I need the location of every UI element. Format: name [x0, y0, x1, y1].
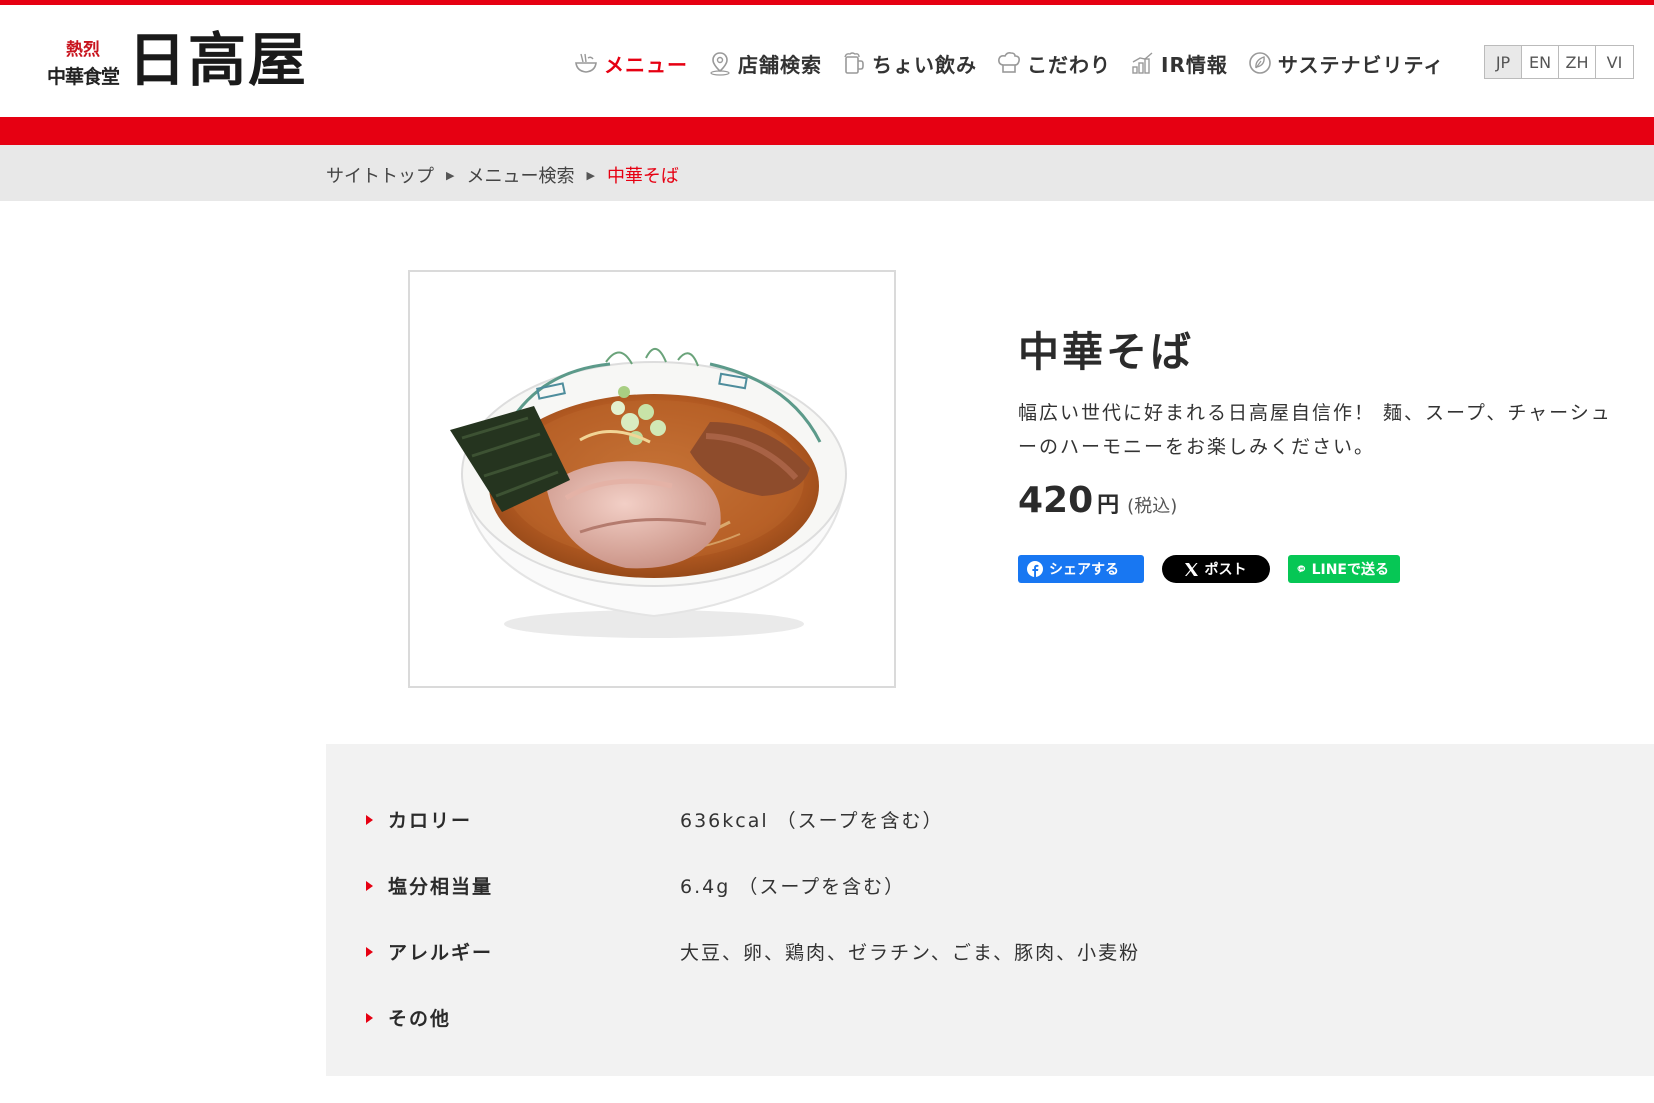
logo-subtitle: 熱烈 中華食堂 [40, 35, 126, 89]
nav-label-sustainability: サステナビリティ [1277, 52, 1445, 77]
language-switcher: JP EN ZH VI [1484, 45, 1634, 79]
nutrition-info-panel: カロリー 636kcal （スープを含む） 塩分相当量 6.4g （スープを含む… [326, 744, 1654, 1076]
facebook-share-button[interactable]: シェアする [1018, 555, 1144, 583]
main-nav: メニュー 店舗検索 ちょい飲み こだわり IR情報 サステナビリティ [573, 43, 1463, 83]
beer-mug-icon [844, 52, 864, 74]
allergy-label: アレルギー [388, 942, 494, 964]
x-logo-icon [1184, 562, 1198, 576]
nutrition-row-other: その他 [366, 1004, 680, 1031]
nav-item-drinks[interactable]: ちょい飲み [841, 49, 977, 78]
salt-label: 塩分相当量 [388, 876, 494, 898]
breadcrumb-separator-icon: ▶ [446, 168, 455, 182]
price-tax-note: (税込) [1127, 496, 1178, 517]
x-post-button[interactable]: ポスト [1162, 555, 1270, 583]
price-row: 420 円 (税込) [1018, 480, 1618, 521]
svg-text:LINE: LINE [1298, 568, 1304, 571]
product-price: 420 [1018, 480, 1094, 521]
salt-value: 6.4g （スープを含む） [680, 876, 906, 898]
nav-label-commitment: こだわり [1027, 52, 1111, 77]
logo-sub-text: 中華食堂 [46, 66, 120, 88]
map-pin-icon [710, 52, 730, 76]
calories-label: カロリー [388, 810, 473, 832]
breadcrumb-bar: サイトトップ ▶ メニュー検索 ▶ 中華そば [0, 145, 1654, 201]
nutrition-row-salt: 塩分相当量 6.4g （スープを含む） [366, 872, 905, 899]
nav-label-store-search: 店舗検索 [738, 52, 822, 77]
breadcrumb-home-link[interactable]: サイトトップ [326, 162, 434, 188]
chef-hat-icon [998, 52, 1020, 73]
site-logo[interactable]: 熱烈 中華食堂 日高屋 [40, 25, 310, 99]
nutrition-row-allergy: アレルギー 大豆、卵、鶏肉、ゼラチン、ごま、豚肉、小麦粉 [366, 938, 1140, 965]
logo-main-text: 日高屋 [128, 26, 309, 94]
nav-item-menu[interactable]: メニュー [573, 49, 688, 78]
bullet-triangle-icon [366, 1012, 373, 1023]
ramen-bowl-icon [575, 53, 597, 73]
nav-item-commitment[interactable]: こだわり [996, 49, 1111, 78]
header-red-band [0, 117, 1654, 145]
ramen-bowl-image [450, 348, 848, 638]
nutrition-row-calories: カロリー 636kcal （スープを含む） [366, 806, 944, 833]
facebook-icon [1027, 561, 1043, 577]
logo-top-text: 熱烈 [66, 40, 100, 60]
breadcrumb-separator-icon: ▶ [586, 168, 595, 182]
bar-chart-icon [1132, 52, 1153, 74]
line-icon: LINE [1297, 565, 1306, 573]
breadcrumb-current: 中華そば [606, 166, 679, 187]
line-send-button[interactable]: LINE LINEで送る [1288, 555, 1400, 583]
facebook-share-label: シェアする [1049, 562, 1119, 578]
breadcrumb: サイトトップ ▶ メニュー検索 ▶ 中華そば [326, 162, 679, 188]
bullet-triangle-icon [366, 880, 373, 891]
nav-label-ir: IR情報 [1161, 52, 1228, 77]
nav-label-menu: メニュー [604, 52, 688, 77]
lang-vi-button[interactable]: VI [1596, 46, 1633, 78]
calories-value: 636kcal （スープを含む） [680, 810, 944, 832]
lang-zh-button[interactable]: ZH [1559, 46, 1596, 78]
lang-en-button[interactable]: EN [1522, 46, 1559, 78]
product-info: 中華そば 幅広い世代に好まれる日高屋自信作！ 麺、スープ、チャーシューのハーモニ… [1018, 318, 1618, 583]
bullet-triangle-icon [366, 814, 373, 825]
site-header: 熱烈 中華食堂 日高屋 メニュー 店舗検索 ちょい飲み こだわり IR情報 サス… [0, 5, 1654, 117]
share-buttons: シェアする ポスト LINE LINEで送る [1018, 555, 1618, 583]
x-post-label: ポスト [1204, 562, 1247, 578]
leaf-circle-icon [1249, 52, 1271, 74]
allergy-value: 大豆、卵、鶏肉、ゼラチン、ごま、豚肉、小麦粉 [680, 942, 1141, 964]
nav-label-drinks: ちょい飲み [872, 52, 977, 77]
product-description: 幅広い世代に好まれる日高屋自信作！ 麺、スープ、チャーシューのハーモニーをお楽し… [1018, 402, 1612, 458]
other-label: その他 [388, 1008, 452, 1030]
product-title: 中華そば [1018, 328, 1194, 376]
breadcrumb-menu-search-link[interactable]: メニュー検索 [466, 162, 574, 188]
nav-item-ir[interactable]: IR情報 [1130, 49, 1228, 78]
bullet-triangle-icon [366, 946, 373, 957]
line-send-label: LINEで送る [1311, 562, 1389, 578]
price-currency: 円 [1097, 493, 1120, 518]
product-photo [408, 270, 896, 688]
nav-item-store-search[interactable]: 店舗検索 [707, 49, 822, 78]
nav-item-sustainability[interactable]: サステナビリティ [1247, 49, 1444, 78]
lang-jp-button[interactable]: JP [1485, 46, 1522, 78]
